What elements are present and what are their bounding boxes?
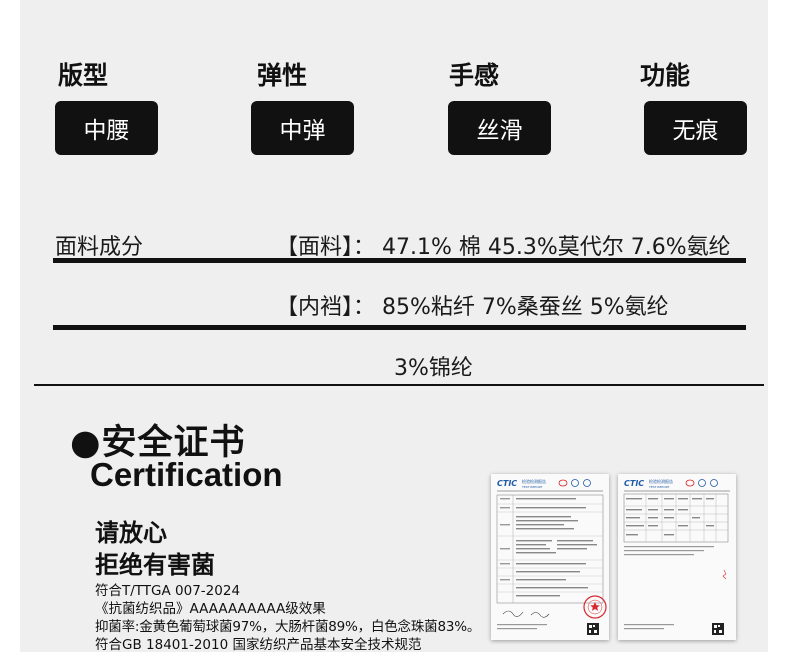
- composition-title: 面料成分: [55, 235, 144, 260]
- certification-title-en: Certification: [90, 456, 283, 493]
- cert-line-gb: 符合GB 18401-2010 国家纺织产品基本安全技术规范: [95, 637, 422, 652]
- product-detail-page: 版型 中腰 弹性 中弹 手感 丝滑 功能 无痕 面料成分 【面料】： 47.1%…: [20, 0, 768, 652]
- ctic-logo: CTIC: [497, 479, 517, 488]
- qr-code-icon: [712, 623, 724, 635]
- composition-fabric: 【面料】： 47.1% 棉 45.3%莫代尔 7.6%氨纶: [276, 235, 731, 260]
- svg-text:检验检测报告: 检验检测报告: [522, 478, 546, 484]
- composition-lining-extra: 3%锦纶: [394, 356, 473, 381]
- cert-line-grade: 《抗菌纺织品》AAAAAAAAAA级效果: [95, 601, 326, 617]
- divider-lining: [53, 325, 746, 330]
- attr-label-feel: 手感: [449, 61, 500, 90]
- ctic-logo: CTIC: [624, 479, 644, 488]
- attr-badge-elasticity: 中弹: [251, 101, 354, 155]
- test-report-image-2: CTIC 检验检测报告 TEST REPORT: [618, 474, 736, 640]
- divider-section: [34, 384, 764, 386]
- test-report-image-1: CTIC 检验检测报告 TEST REPORT: [491, 474, 609, 640]
- attr-label-function: 功能: [640, 61, 691, 90]
- attr-badge-function: 无痕: [644, 101, 747, 155]
- attr-badge-fit: 中腰: [55, 101, 158, 155]
- svg-text:TEST REPORT: TEST REPORT: [648, 485, 669, 489]
- svg-text:TEST REPORT: TEST REPORT: [521, 485, 542, 489]
- attr-label-fit: 版型: [58, 61, 109, 90]
- composition-lining: 【内裆】： 85%粘纤 7%桑蚕丝 5%氨纶: [276, 295, 669, 320]
- qr-code-icon: [587, 623, 599, 635]
- signature-icon: [502, 610, 524, 617]
- cert-line-standard: 符合T/TTGA 007-2024: [95, 583, 241, 599]
- cert-headline-2: 拒绝有害菌: [95, 551, 215, 579]
- attr-label-elasticity: 弹性: [257, 61, 308, 90]
- cert-line-rate: 抑菌率:金黄色葡萄球菌97%，大肠杆菌89%，白色念珠菌83%。: [95, 619, 481, 635]
- svg-text:检验检测报告: 检验检测报告: [649, 478, 673, 484]
- attr-badge-feel: 丝滑: [448, 101, 551, 155]
- cert-headline-1: 请放心: [95, 519, 167, 547]
- divider-fabric: [53, 258, 746, 263]
